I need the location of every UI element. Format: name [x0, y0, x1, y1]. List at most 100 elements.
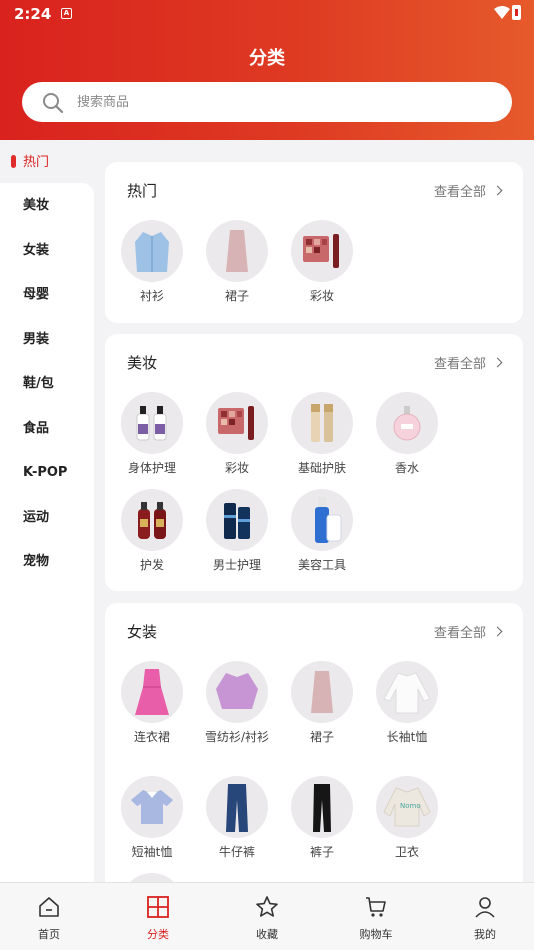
section-hot: 热门 查看全部 衬衫 裙子 彩妆 [105, 162, 523, 323]
makeup-thumbnail [206, 392, 268, 454]
more-thumbnail [121, 873, 183, 882]
sidebar-item-label: K-POP [23, 465, 68, 480]
nav-home[interactable]: 首页 [9, 883, 89, 950]
active-indicator [11, 155, 16, 168]
view-all-label: 查看全部 [433, 185, 486, 200]
sidebar-item-women[interactable]: 女装 [0, 228, 94, 273]
skirt-thumbnail [206, 220, 268, 282]
nav-label: 首页 [38, 928, 60, 941]
mens-care-thumbnail [206, 489, 268, 551]
category-item[interactable]: 美容工具 [286, 489, 358, 574]
pants-thumbnail [291, 776, 353, 838]
star-icon [256, 896, 278, 917]
category-item[interactable]: 连衣裙 [116, 661, 188, 746]
hoodie-thumbnail: Nomo [376, 776, 438, 838]
nav-favorites[interactable]: 收藏 [227, 883, 307, 950]
section-women: 女装 查看全部 连衣裙 雪纺衫/衬衫 裙子 长袖t恤 短袖t恤 牛仔裤 裤子 N… [105, 603, 523, 882]
category-item[interactable]: 彩妆 [201, 392, 273, 477]
view-all-label: 查看全部 [433, 626, 486, 641]
bottom-nav: 首页 分类 收藏 购物车 我的 [0, 882, 534, 950]
sidebar-item-label: 女装 [23, 243, 50, 258]
user-icon [475, 897, 495, 918]
view-all-link[interactable]: 查看全部 [433, 353, 503, 372]
category-item[interactable]: 裙子 [286, 661, 358, 746]
sidebar-item-label: 美妆 [23, 198, 50, 213]
sidebar-item-beauty[interactable]: 美妆 [0, 183, 94, 228]
section-title: 热门 [127, 182, 158, 200]
short-sleeve-tee-thumbnail [121, 776, 183, 838]
blouse-thumbnail [206, 661, 268, 723]
sidebar-item-label: 食品 [23, 421, 50, 436]
chevron-right-icon [492, 626, 503, 637]
sidebar-item-shoes-bags[interactable]: 鞋/包 [0, 361, 94, 406]
skirt-thumbnail [291, 661, 353, 723]
sidebar-item-label: 男装 [23, 332, 50, 347]
beauty-tools-thumbnail [291, 489, 353, 551]
sidebar-item-baby[interactable]: 母婴 [0, 272, 94, 317]
chevron-right-icon [492, 185, 503, 196]
sidebar-item-label: 宠物 [23, 554, 50, 569]
category-item[interactable]: 裙子 [201, 220, 273, 305]
item-label: 衬衫 [139, 289, 164, 303]
category-icon [147, 896, 169, 918]
hair-care-thumbnail [121, 489, 183, 551]
item-label: 香水 [394, 461, 419, 475]
category-item[interactable]: Nomo 卫衣 [371, 776, 443, 861]
item-label: 长袖t恤 [386, 730, 428, 744]
category-item[interactable]: 护发 [116, 489, 188, 574]
category-item[interactable]: 基础护肤 [286, 392, 358, 477]
item-label: 彩妆 [224, 461, 249, 475]
category-item[interactable]: 牛仔裤 [201, 776, 273, 861]
category-item[interactable]: 裤子 [286, 776, 358, 861]
item-label: 男士护理 [212, 558, 261, 572]
shirt-thumbnail [121, 220, 183, 282]
sidebar-item-pets[interactable]: 宠物 [0, 539, 94, 584]
search-icon [43, 93, 64, 114]
nav-cart[interactable]: 购物车 [336, 883, 416, 950]
item-label: 美容工具 [297, 558, 346, 572]
sidebar-item-men[interactable]: 男装 [0, 317, 94, 362]
view-all-link[interactable]: 查看全部 [433, 622, 503, 641]
nav-profile[interactable]: 我的 [445, 883, 525, 950]
status-bar: 2:24 A [0, 0, 534, 28]
item-label: 裤子 [309, 845, 334, 859]
skincare-thumbnail [291, 392, 353, 454]
nav-label: 收藏 [256, 928, 278, 941]
category-item[interactable] [116, 873, 188, 882]
sidebar-item-label: 鞋/包 [23, 376, 54, 391]
sidebar-item-sports[interactable]: 运动 [0, 495, 94, 540]
search-bar[interactable] [22, 82, 512, 122]
page-title: 分类 [249, 48, 285, 69]
category-item[interactable]: 短袖t恤 [116, 776, 188, 861]
item-label: 雪纺衫/衬衫 [204, 730, 270, 744]
chevron-right-icon [492, 357, 503, 368]
category-item[interactable]: 雪纺衫/衬衫 [201, 661, 273, 746]
category-item[interactable]: 男士护理 [201, 489, 273, 574]
sidebar-item-label: 热门 [23, 155, 50, 170]
nav-category[interactable]: 分类 [118, 883, 198, 950]
section-title: 女装 [127, 623, 158, 641]
search-input[interactable] [77, 82, 497, 122]
item-label: 护发 [139, 558, 164, 572]
category-item[interactable]: 衬衫 [116, 220, 188, 305]
sidebar-item-food[interactable]: 食品 [0, 406, 94, 451]
item-label: 短袖t恤 [131, 845, 173, 859]
view-all-label: 查看全部 [433, 357, 486, 372]
item-label: 基础护肤 [297, 461, 346, 475]
category-item[interactable]: 香水 [371, 392, 443, 477]
category-item[interactable]: 长袖t恤 [371, 661, 443, 746]
category-item[interactable]: 身体护理 [116, 392, 188, 477]
nav-label: 购物车 [359, 928, 393, 941]
category-sidebar: 热门 美妆 女装 母婴 男装 鞋/包 食品 K-POP 运动 宠物 [0, 140, 94, 882]
view-all-link[interactable]: 查看全部 [433, 181, 503, 200]
item-label: 连衣裙 [133, 730, 170, 744]
sidebar-item-hot[interactable]: 热门 [0, 140, 94, 185]
dress-thumbnail [121, 661, 183, 723]
jeans-thumbnail [206, 776, 268, 838]
nav-label: 分类 [147, 928, 169, 941]
item-label: 卫衣 [394, 845, 419, 859]
perfume-thumbnail [376, 392, 438, 454]
category-item[interactable]: 彩妆 [286, 220, 358, 305]
sidebar-item-kpop[interactable]: K-POP [0, 450, 94, 495]
long-sleeve-tee-thumbnail [376, 661, 438, 723]
